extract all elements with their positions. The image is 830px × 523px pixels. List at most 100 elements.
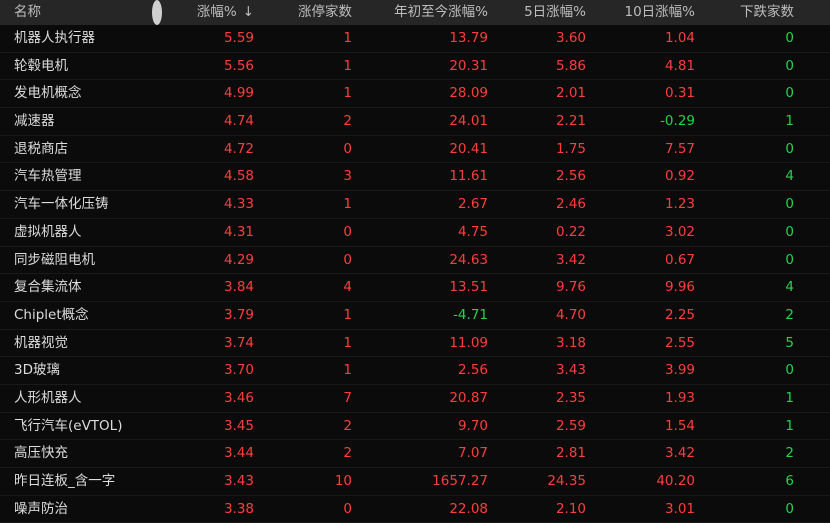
change-10d-cell: 1.93 [664,389,695,406]
sector-name-cell: 飞行汽车(eVTOL) [14,417,123,434]
change-pct-cell: 4.58 [223,168,254,185]
sector-name-cell: 噪声防治 [14,500,68,517]
change-pct-cell: 5.59 [223,30,254,46]
down-count-cell: 0 [785,140,794,157]
column-header-10d[interactable]: 10日涨幅% [598,0,695,25]
change-5d-cell: 2.59 [555,417,586,434]
change-10d-cell: 3.02 [664,223,695,240]
change-5d-cell: 2.21 [555,113,586,130]
ytd-change-cell: 9.70 [457,417,488,434]
sector-name-cell: Chiplet概念 [14,306,89,323]
column-header-name[interactable]: 名称 [14,0,41,25]
change-5d-cell: 3.18 [555,334,586,351]
table-row[interactable]: 人形机器人 3.46 7 20.87 2.35 1.93 1 [0,385,830,413]
ytd-change-cell: 13.79 [449,30,488,46]
table-row[interactable]: 退税商店 4.72 0 20.41 1.75 7.57 0 [0,136,830,164]
change-5d-cell: 4.70 [555,306,586,323]
limit-up-count-cell: 0 [343,223,352,240]
column-header-ytd[interactable]: 年初至今涨幅% [362,0,488,25]
change-10d-cell: 1.54 [664,417,695,434]
change-5d-cell: 3.43 [555,362,586,379]
change-pct-cell: 4.33 [223,196,254,213]
change-5d-cell: 3.42 [555,251,586,268]
change-pct-cell: 4.74 [223,113,254,130]
table-row[interactable]: 汽车热管理 4.58 3 11.61 2.56 0.92 4 [0,163,830,192]
change-5d-cell: 9.76 [555,279,586,296]
limit-up-count-cell: 0 [343,251,352,268]
ytd-change-cell: 20.41 [449,140,488,157]
down-count-cell: 0 [785,30,794,46]
sector-name-cell: 汽车一体化压铸 [14,196,109,213]
sector-name-cell: 机器视觉 [14,334,68,351]
change-pct-cell: 3.38 [223,500,254,517]
table-row[interactable]: 飞行汽车(eVTOL) 3.45 2 9.70 2.59 1.54 1 [0,413,830,441]
sort-desc-icon: ↓ [242,4,254,20]
change-10d-cell: 2.55 [664,334,695,351]
table-row[interactable]: 轮毂电机 5.56 1 20.31 5.86 4.81 0 [0,53,830,81]
change-10d-cell: 0.92 [664,168,695,185]
sector-name-cell: 虚拟机器人 [14,223,82,240]
change-pct-cell: 5.56 [223,57,254,74]
table-row[interactable]: 复合集流体 3.84 4 13.51 9.76 9.96 4 [0,274,830,302]
change-10d-cell: 1.04 [664,30,695,46]
table-row[interactable]: 虚拟机器人 4.31 0 4.75 0.22 3.02 0 [0,219,830,247]
change-pct-cell: 3.44 [223,445,254,462]
dot-icon[interactable] [152,0,162,25]
down-count-cell: 2 [785,306,794,323]
ytd-change-cell: 13.51 [449,279,488,296]
table-row[interactable]: 机器人执行器 5.59 1 13.79 3.60 1.04 0 [0,25,830,53]
ytd-change-cell: 24.01 [449,113,488,130]
change-pct-cell: 3.46 [223,389,254,406]
change-5d-cell: 0.22 [555,223,586,240]
down-count-cell: 0 [785,223,794,240]
down-count-cell: 4 [785,168,794,185]
down-count-cell: 0 [785,57,794,74]
change-5d-cell: 2.81 [555,445,586,462]
ytd-change-cell: 2.67 [457,196,488,213]
down-count-cell: 4 [785,279,794,296]
limit-up-count-cell: 0 [343,500,352,517]
sector-name-cell: 高压快充 [14,445,68,462]
down-count-cell: 0 [785,196,794,213]
ytd-change-cell: 2.56 [457,362,488,379]
column-header-5d[interactable]: 5日涨幅% [495,0,586,25]
sector-name-cell: 发电机概念 [14,85,82,102]
change-5d-cell: 2.10 [555,500,586,517]
down-count-cell: 0 [785,85,794,102]
table-row[interactable]: 高压快充 3.44 2 7.07 2.81 3.42 2 [0,440,830,468]
down-count-cell: 5 [785,334,794,351]
table-row[interactable]: 减速器 4.74 2 24.01 2.21 -0.29 1 [0,108,830,136]
table-row[interactable]: 3D玻璃 3.70 1 2.56 3.43 3.99 0 [0,357,830,385]
down-count-cell: 6 [785,473,794,489]
change-pct-cell: 4.29 [223,251,254,268]
table-row[interactable]: Chiplet概念 3.79 1 -4.71 4.70 2.25 2 [0,302,830,330]
change-10d-cell: 4.81 [664,57,695,74]
limit-up-count-cell: 1 [343,30,352,46]
table-row[interactable]: 同步磁阻电机 4.29 0 24.63 3.42 0.67 0 [0,247,830,275]
table-row[interactable]: 昨日连板_含一字 3.43 10 1657.27 24.35 40.20 6 [0,468,830,496]
sector-name-cell: 昨日连板_含一字 [14,473,116,489]
down-count-cell: 2 [785,445,794,462]
ytd-change-cell: 28.09 [449,85,488,102]
ytd-change-cell: 11.09 [449,334,488,351]
column-header-limit-up[interactable]: 涨停家数 [262,0,352,25]
table-row[interactable]: 发电机概念 4.99 1 28.09 2.01 0.31 0 [0,80,830,109]
table-row[interactable]: 噪声防治 3.38 0 22.08 2.10 3.01 0 [0,496,830,523]
change-10d-cell: 40.20 [656,473,695,489]
sector-name-cell: 人形机器人 [14,389,82,406]
down-count-cell: 0 [785,362,794,379]
table-body: 机器人执行器 5.59 1 13.79 3.60 1.04 0 轮毂电机 5.56 1 20.31 5… [0,25,830,523]
table-row[interactable]: 机器视觉 3.74 1 11.09 3.18 2.55 5 [0,330,830,358]
column-header-change-pct-label: 涨幅% [196,4,237,20]
column-header-down-count[interactable]: 下跌家数 [704,0,794,25]
limit-up-count-cell: 3 [343,168,352,185]
change-10d-cell: 3.01 [664,500,695,517]
change-5d-cell: 2.35 [555,389,586,406]
table-row[interactable]: 汽车一体化压铸 4.33 1 2.67 2.46 1.23 0 [0,191,830,219]
table-header: 名称 涨幅% ↓ 涨停家数 年初至今涨幅% 5日涨幅% 10日涨幅% 下跌家数 [0,0,830,25]
down-count-cell: 1 [785,113,794,130]
column-header-change-pct[interactable]: 涨幅% ↓ [170,0,254,25]
change-pct-cell: 4.31 [223,223,254,240]
change-pct-cell: 3.84 [223,279,254,296]
limit-up-count-cell: 2 [343,417,352,434]
